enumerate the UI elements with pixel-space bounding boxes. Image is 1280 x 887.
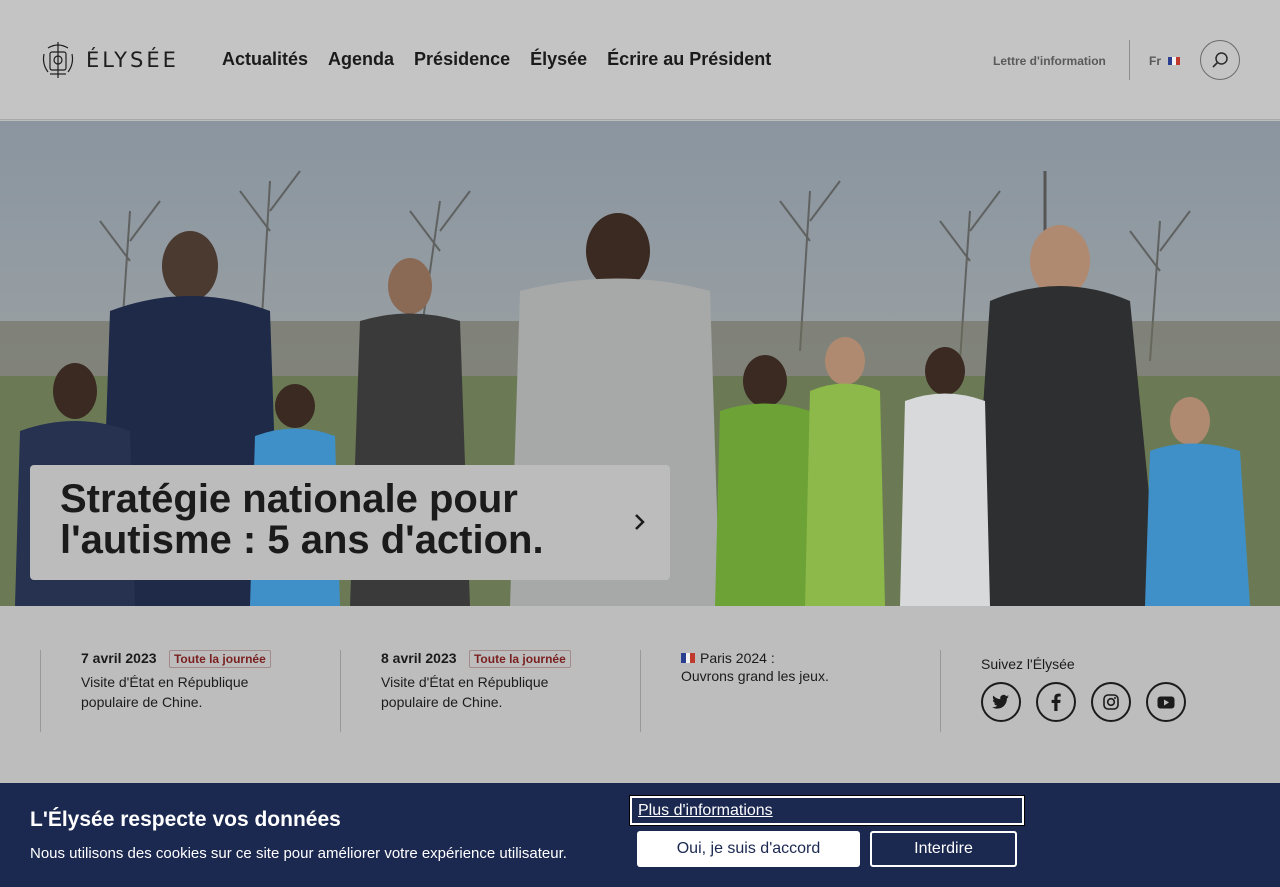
hero-banner[interactable]: Stratégie nationale pour l'autisme : 5 a… bbox=[0, 121, 1280, 606]
event-badge: Toute la journée bbox=[468, 650, 571, 668]
instagram-button[interactable] bbox=[1091, 682, 1131, 722]
cookie-banner: L'Élysée respecte vos données Nous utili… bbox=[0, 783, 1280, 887]
event-date: 8 avril 2023 bbox=[381, 650, 457, 666]
cookie-deny-button[interactable]: Interdire bbox=[870, 831, 1017, 867]
search-icon bbox=[1212, 52, 1228, 68]
youtube-button[interactable] bbox=[1146, 682, 1186, 722]
facebook-button[interactable] bbox=[1036, 682, 1076, 722]
event-date: 7 avril 2023 bbox=[81, 650, 157, 666]
nav-item-agenda[interactable]: Agenda bbox=[328, 49, 394, 70]
youtube-icon bbox=[1157, 696, 1175, 708]
site-header: ÉLYSÉE Actualités Agenda Présidence Élys… bbox=[0, 0, 1280, 120]
instagram-icon bbox=[1103, 694, 1119, 710]
main-nav: Actualités Agenda Présidence Élysée Écri… bbox=[222, 49, 791, 70]
hero-headline-card[interactable]: Stratégie nationale pour l'autisme : 5 a… bbox=[30, 465, 670, 580]
paris-2024-heading: Paris 2024 : bbox=[681, 650, 940, 666]
agenda-item[interactable]: 8 avril 2023 Toute la journée Visite d'É… bbox=[340, 650, 640, 732]
event-badge: Toute la journée bbox=[168, 650, 271, 668]
search-button[interactable] bbox=[1200, 40, 1240, 80]
elysee-logo[interactable]: ÉLYSÉE bbox=[40, 40, 179, 80]
chevron-right-icon bbox=[635, 514, 645, 530]
newsletter-link[interactable]: Lettre d'information bbox=[993, 54, 1106, 68]
event-description: Visite d'État en République populaire de… bbox=[381, 674, 549, 710]
cookie-title: L'Élysée respecte vos données bbox=[30, 808, 341, 831]
nav-item-actualites[interactable]: Actualités bbox=[222, 49, 308, 70]
language-label: Fr bbox=[1149, 54, 1161, 68]
social-links: Suivez l'Élysée bbox=[940, 650, 1240, 732]
cookie-more-info-label: Plus d'informations bbox=[638, 801, 773, 819]
social-icon-row bbox=[981, 682, 1240, 722]
logo-text: ÉLYSÉE bbox=[86, 48, 179, 72]
nav-item-presidence[interactable]: Présidence bbox=[414, 49, 510, 70]
cookie-more-info-link[interactable]: Plus d'informations bbox=[629, 795, 1025, 826]
nav-item-elysee[interactable]: Élysée bbox=[530, 49, 587, 70]
cookie-accept-button[interactable]: Oui, je suis d'accord bbox=[637, 831, 860, 867]
paris-2024-item[interactable]: Paris 2024 : Ouvrons grand les jeux. bbox=[640, 650, 940, 732]
language-selector[interactable]: Fr bbox=[1149, 54, 1180, 68]
header-divider bbox=[1129, 40, 1130, 80]
facebook-icon bbox=[1051, 693, 1061, 711]
paris-2024-title: Paris 2024 : bbox=[700, 650, 775, 666]
cookie-text: Nous utilisons des cookies sur ce site p… bbox=[30, 845, 567, 862]
twitter-icon bbox=[992, 694, 1009, 709]
french-flag-icon bbox=[1168, 57, 1180, 65]
elysee-emblem-icon bbox=[42, 42, 74, 78]
nav-item-ecrire-au-president[interactable]: Écrire au Président bbox=[607, 49, 771, 70]
agenda-strip: 7 avril 2023 Toute la journée Visite d'É… bbox=[0, 606, 1280, 783]
french-flag-icon bbox=[681, 653, 696, 663]
event-description: Visite d'État en République populaire de… bbox=[81, 674, 249, 710]
hero-title: Stratégie nationale pour l'autisme : 5 a… bbox=[60, 477, 544, 562]
agenda-item[interactable]: 7 avril 2023 Toute la journée Visite d'É… bbox=[40, 650, 340, 732]
social-title: Suivez l'Élysée bbox=[981, 656, 1075, 672]
twitter-button[interactable] bbox=[981, 682, 1021, 722]
paris-2024-text: Ouvrons grand les jeux. bbox=[681, 668, 829, 684]
